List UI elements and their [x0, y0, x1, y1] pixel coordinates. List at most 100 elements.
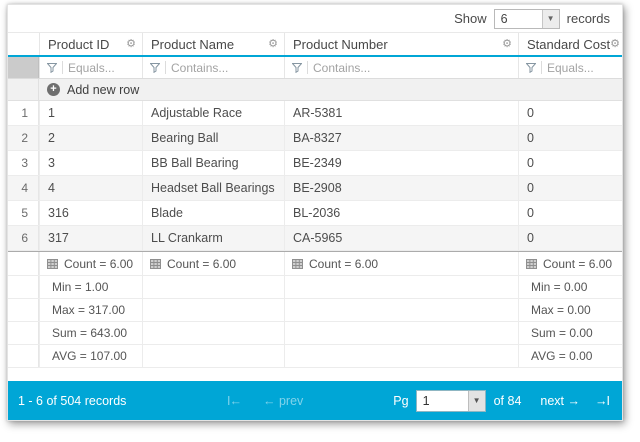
last-page-icon[interactable]: →Ι	[595, 394, 609, 408]
filter-input-product-id[interactable]: Equals...	[39, 57, 142, 78]
row-number: 6	[8, 226, 39, 250]
table-row[interactable]: 1 1 Adjustable Race AR-5381 0	[8, 101, 622, 126]
table-row[interactable]: 5 316 Blade BL-2036 0	[8, 201, 622, 226]
filter-separator	[165, 61, 166, 74]
cell-product-number[interactable]: BE-2349	[284, 151, 518, 175]
aggregate-cell: Count = 6.00	[284, 252, 518, 275]
column-label: Standard Cost	[527, 37, 610, 52]
aggregate-row-avg: AVG = 107.00 AVG = 0.00	[8, 345, 622, 368]
aggregate-value: Count = 6.00	[167, 257, 236, 271]
cell-product-id[interactable]: 3	[39, 151, 142, 175]
aggregate-cell	[284, 322, 518, 344]
pager-status: 1 - 6 of 504 records	[18, 394, 227, 408]
chevron-down-icon[interactable]: ▼	[542, 10, 559, 28]
aggregate-value: Count = 6.00	[309, 257, 378, 271]
column-menu-gear-icon[interactable]: ⚙	[126, 39, 136, 50]
aggregate-cell: Count = 6.00	[142, 252, 284, 275]
filter-input-product-name[interactable]: Contains...	[142, 57, 284, 78]
cell-standard-cost[interactable]: 0	[518, 201, 622, 225]
aggregate-grid-icon	[47, 259, 58, 269]
filter-funnel-icon[interactable]	[292, 63, 302, 73]
aggregate-value: Max = 0.00	[531, 303, 591, 317]
plus-icon: +	[47, 83, 60, 96]
aggregate-value: Sum = 0.00	[531, 326, 593, 340]
cell-product-name[interactable]: LL Crankarm	[142, 226, 284, 250]
cell-product-id[interactable]: 1	[39, 101, 142, 125]
aggregate-cell: Sum = 643.00	[39, 322, 142, 344]
column-header-product-name[interactable]: Product Name ⚙	[142, 33, 284, 55]
column-menu-gear-icon[interactable]: ⚙	[502, 39, 512, 50]
show-label: Show	[454, 11, 487, 26]
aggregate-value: AVG = 107.00	[52, 349, 127, 363]
aggregate-value: Count = 6.00	[64, 257, 133, 271]
aggregate-cell: Min = 0.00	[518, 276, 622, 298]
next-page-button[interactable]: next →	[540, 394, 580, 408]
table-row[interactable]: 3 3 BB Ball Bearing BE-2349 0	[8, 151, 622, 176]
aggregate-cell: Count = 6.00	[518, 252, 622, 275]
page-size-dropdown[interactable]: 6 ▼	[494, 9, 560, 29]
cell-standard-cost[interactable]: 0	[518, 176, 622, 200]
column-menu-gear-icon[interactable]: ⚙	[268, 39, 278, 50]
prev-page-button[interactable]: ← prev	[263, 394, 303, 408]
cell-product-name[interactable]: Adjustable Race	[142, 101, 284, 125]
filter-input-standard-cost[interactable]: Equals...	[518, 57, 622, 78]
cell-product-id[interactable]: 4	[39, 176, 142, 200]
aggregate-row-min: Min = 1.00 Min = 0.00	[8, 276, 622, 299]
cell-product-number[interactable]: BE-2908	[284, 176, 518, 200]
column-header-product-id[interactable]: Product ID ⚙	[39, 33, 142, 55]
filter-funnel-icon[interactable]	[526, 63, 536, 73]
chevron-down-icon[interactable]: ▼	[468, 391, 485, 411]
aggregate-row-count: Count = 6.00 Count = 6.00 Count = 6.00 C…	[8, 251, 622, 276]
product-grid: Show 6 ▼ records Product ID ⚙ Product Na…	[7, 4, 623, 421]
table-row[interactable]: 4 4 Headset Ball Bearings BE-2908 0	[8, 176, 622, 201]
cell-product-name[interactable]: Blade	[142, 201, 284, 225]
cell-product-number[interactable]: AR-5381	[284, 101, 518, 125]
cell-standard-cost[interactable]: 0	[518, 101, 622, 125]
table-row[interactable]: 6 317 LL Crankarm CA-5965 0	[8, 226, 622, 251]
aggregate-value: AVG = 0.00	[531, 349, 592, 363]
cell-product-id[interactable]: 317	[39, 226, 142, 250]
row-number: 4	[8, 176, 39, 200]
row-number: 1	[8, 101, 39, 125]
page-size-value: 6	[495, 10, 542, 28]
column-menu-gear-icon[interactable]: ⚙	[610, 39, 620, 50]
add-new-row-button[interactable]: + Add new row	[39, 79, 622, 100]
cell-product-id[interactable]: 316	[39, 201, 142, 225]
filter-row-corner	[8, 57, 39, 78]
aggregate-cell	[142, 299, 284, 321]
column-label: Product Name	[151, 37, 268, 52]
cell-product-name[interactable]: BB Ball Bearing	[142, 151, 284, 175]
filter-placeholder: Contains...	[171, 61, 228, 75]
filter-funnel-icon[interactable]	[47, 63, 57, 73]
cell-product-number[interactable]: BL-2036	[284, 201, 518, 225]
cell-standard-cost[interactable]: 0	[518, 126, 622, 150]
page-number-dropdown[interactable]: 1 ▼	[416, 390, 486, 412]
cell-product-number[interactable]: CA-5965	[284, 226, 518, 250]
cell-product-name[interactable]: Bearing Ball	[142, 126, 284, 150]
add-row-corner	[8, 79, 39, 100]
page-count-label: of 84	[494, 394, 522, 408]
aggregate-cell: AVG = 107.00	[39, 345, 142, 367]
filter-separator	[541, 61, 542, 74]
cell-product-id[interactable]: 2	[39, 126, 142, 150]
aggregate-grid-icon	[526, 259, 537, 269]
cell-standard-cost[interactable]: 0	[518, 151, 622, 175]
aggregate-cell: Sum = 0.00	[518, 322, 622, 344]
first-page-icon[interactable]: Ι←	[227, 394, 241, 408]
aggregate-cell: Min = 1.00	[39, 276, 142, 298]
filter-funnel-icon[interactable]	[150, 63, 160, 73]
aggregate-value: Min = 0.00	[531, 280, 587, 294]
add-new-row[interactable]: + Add new row	[8, 79, 622, 101]
table-row[interactable]: 2 2 Bearing Ball BA-8327 0	[8, 126, 622, 151]
cell-product-name[interactable]: Headset Ball Bearings	[142, 176, 284, 200]
add-row-label: Add new row	[67, 83, 139, 97]
row-number-header	[8, 33, 39, 55]
filter-input-product-number[interactable]: Contains...	[284, 57, 518, 78]
filter-placeholder: Contains...	[313, 61, 370, 75]
column-header-standard-cost[interactable]: Standard Cost ⚙	[518, 33, 622, 55]
aggregate-grid-icon	[150, 259, 161, 269]
column-header-product-number[interactable]: Product Number ⚙	[284, 33, 518, 55]
aggregate-cell	[142, 322, 284, 344]
cell-standard-cost[interactable]: 0	[518, 226, 622, 250]
cell-product-number[interactable]: BA-8327	[284, 126, 518, 150]
